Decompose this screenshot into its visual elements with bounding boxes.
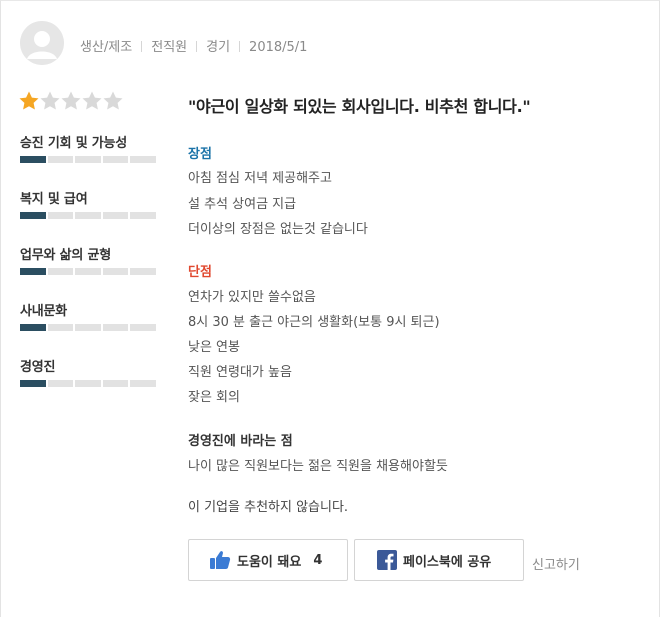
rating-category-culture: 사내문화 — [20, 300, 156, 331]
cons-item: 8시 30 분 출근 야근의 생활화(보통 9시 퇴근) — [188, 315, 440, 330]
cons-item: 낮은 연봉 — [188, 340, 240, 355]
rating-bar — [20, 212, 156, 219]
wish-heading: 경영진에 바라는 점 — [188, 434, 293, 449]
user-placeholder-icon — [20, 21, 64, 65]
rating-bar-segment-empty — [102, 156, 129, 163]
helpful-label: 도움이 돼요 — [237, 554, 302, 570]
job-category: 생산/제조 — [80, 40, 133, 55]
review-meta: 생산/제조 전직원 경기 2018/5/1 — [80, 36, 307, 55]
rating-category-welfare: 복지 및 급여 — [20, 188, 156, 219]
pros-item: 설 추석 상여금 지급 — [188, 197, 297, 212]
star-empty-icon — [60, 90, 82, 112]
rating-category-label: 사내문화 — [20, 304, 68, 319]
pros-heading: 장점 — [188, 147, 212, 162]
rating-category-label: 복지 및 급여 — [20, 192, 88, 207]
rating-bar-segment-empty — [130, 380, 156, 387]
cons-item: 연차가 있지만 쓸수없음 — [188, 290, 316, 305]
rating-bar-segment-empty — [47, 156, 74, 163]
facebook-icon — [377, 550, 397, 570]
rating-bar-segment-filled — [20, 324, 46, 331]
rating-bar — [20, 324, 156, 331]
helpful-button[interactable]: 도움이 돼요 4 — [188, 539, 348, 581]
rating-category-management: 경영진 — [20, 356, 156, 387]
star-empty-icon — [102, 90, 124, 112]
rating-bar-segment-empty — [130, 212, 156, 219]
rating-bar-segment-empty — [102, 380, 129, 387]
rating-category-label: 경영진 — [20, 360, 56, 375]
rating-bar-segment-empty — [75, 324, 101, 331]
location: 경기 — [206, 40, 231, 55]
pros-item: 아침 점심 저녁 제공해주고 — [188, 171, 332, 186]
rating-category-promotion: 승진 기회 및 가능성 — [20, 132, 156, 163]
facebook-share-label: 페이스북에 공유 — [403, 554, 492, 570]
thumbs-up-icon — [209, 550, 231, 570]
rating-bar-segment-filled — [20, 268, 46, 275]
cons-item: 직원 연령대가 높음 — [188, 365, 292, 380]
rating-bar-segment-empty — [130, 268, 156, 275]
divider — [196, 41, 198, 52]
rating-bar-segment-filled — [20, 380, 46, 387]
rating-bar-segment-empty — [47, 212, 74, 219]
rating-bar — [20, 268, 156, 275]
star-empty-icon — [39, 90, 61, 112]
overall-rating — [18, 90, 123, 115]
pros-item: 더이상의 장점은 없는것 같습니다 — [188, 222, 368, 237]
employment-status: 전직원 — [151, 40, 188, 55]
star-empty-icon — [81, 90, 103, 112]
star-filled-icon — [18, 90, 40, 112]
facebook-share-button[interactable]: 페이스북에 공유 — [354, 539, 524, 581]
rating-bar-segment-empty — [47, 324, 74, 331]
cons-item: 잦은 회의 — [188, 390, 240, 405]
review-card: 생산/제조 전직원 경기 2018/5/1 승진 기회 및 가능성 복지 및 급여 업… — [0, 0, 660, 617]
rating-bar-segment-empty — [75, 268, 101, 275]
divider — [141, 41, 143, 52]
divider — [239, 41, 241, 52]
rating-bar-segment-empty — [130, 324, 156, 331]
rating-bar-segment-empty — [47, 380, 74, 387]
avatar — [20, 21, 64, 65]
review-title: "야근이 일상화 되있는 회사입니다. 비추천 합니다." — [188, 97, 531, 116]
rating-bar-segment-empty — [102, 268, 129, 275]
rating-bar-segment-empty — [102, 324, 129, 331]
rating-bar-segment-filled — [20, 212, 46, 219]
helpful-count: 4 — [313, 552, 323, 568]
rating-bar-segment-empty — [75, 156, 101, 163]
recommendation-text: 이 기업을 추천하지 않습니다. — [188, 500, 349, 515]
rating-category-label: 승진 기회 및 가능성 — [20, 136, 128, 151]
rating-bar — [20, 380, 156, 387]
rating-bar-segment-empty — [130, 156, 156, 163]
rating-bar — [20, 156, 156, 163]
rating-category-worklife: 업무와 삶의 균형 — [20, 244, 156, 275]
rating-bar-segment-empty — [102, 212, 129, 219]
rating-bar-segment-empty — [47, 268, 74, 275]
wish-text: 나이 많은 직원보다는 젊은 직원을 채용해야할듯 — [188, 459, 448, 474]
rating-bar-segment-empty — [75, 380, 101, 387]
review-date: 2018/5/1 — [249, 40, 308, 55]
report-link[interactable]: 신고하기 — [532, 554, 580, 573]
rating-category-label: 업무와 삶의 균형 — [20, 248, 111, 263]
rating-bar-segment-empty — [75, 212, 101, 219]
cons-heading: 단점 — [188, 265, 212, 280]
rating-bar-segment-filled — [20, 156, 46, 163]
